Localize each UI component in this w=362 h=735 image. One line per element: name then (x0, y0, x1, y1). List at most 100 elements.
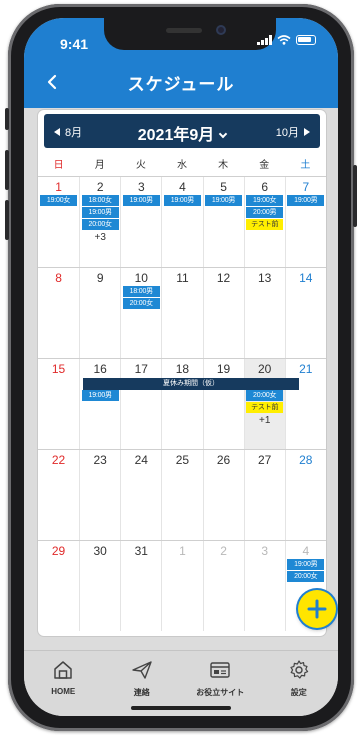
calendar-day[interactable]: 27 (243, 450, 285, 540)
event-chip[interactable]: 18:00女 (81, 195, 119, 206)
weekday-label: 水 (176, 160, 187, 171)
volume-down-button (5, 200, 9, 240)
camera (216, 25, 226, 35)
more-events-link[interactable]: +3 (80, 232, 120, 243)
event-chip[interactable]: 20:00女 (246, 390, 284, 401)
calendar-day[interactable]: 23 (79, 450, 120, 540)
calendar-day[interactable]: 10 18:00男 20:00女 (120, 268, 161, 358)
calendar-day[interactable]: 2 (202, 541, 244, 631)
id-card-icon (210, 662, 230, 678)
calendar-week: 15 16 19:00男 17 18 19 20 20:00女 テスト前 +1 21 夏休み期間（仮） (38, 358, 326, 449)
volume-up-button (5, 150, 9, 190)
event-chip[interactable]: 20:00女 (287, 571, 325, 582)
calendar-day[interactable]: 21 (284, 359, 326, 449)
speaker (166, 28, 202, 33)
day-number: 9 (96, 271, 104, 285)
event-chip[interactable]: 19:00女 (246, 195, 284, 206)
event-chip[interactable]: テスト前 (246, 402, 284, 413)
calendar-day[interactable]: 17 (120, 359, 161, 449)
calendar-day[interactable]: 3 (243, 541, 285, 631)
tab-label: 連絡 (133, 688, 150, 697)
day-number: 2 (96, 180, 104, 194)
status-icons (257, 35, 316, 45)
event-chip[interactable]: 19:00男 (81, 390, 119, 401)
event-chip[interactable]: 19:00男 (287, 195, 325, 206)
calendar-day[interactable]: 15 (38, 359, 79, 449)
calendar-day[interactable]: 1 (161, 541, 202, 631)
weekday-label: 月 (94, 160, 105, 171)
calendar-day[interactable]: 26 (202, 450, 244, 540)
calendar-day[interactable]: 24 (120, 450, 161, 540)
tab-home[interactable]: HOME (24, 651, 103, 716)
day-number: 11 (176, 271, 189, 285)
event-chip[interactable]: 19:00男 (81, 207, 119, 218)
day-number: 15 (51, 362, 66, 376)
day-number: 27 (258, 453, 272, 467)
calendar-day[interactable]: 12 (202, 268, 244, 358)
calendar-day[interactable]: 9 (79, 268, 120, 358)
weekday-label: 木 (218, 160, 229, 171)
calendar-day[interactable]: 18 (161, 359, 202, 449)
calendar-day[interactable]: 11 (161, 268, 202, 358)
weekday-label: 土 (300, 160, 311, 171)
add-event-button[interactable] (298, 590, 336, 628)
event-chip[interactable]: 19:00男 (287, 559, 325, 570)
day-number: 6 (261, 180, 269, 194)
event-chip[interactable]: 19:00女 (40, 195, 78, 206)
calendar-day[interactable]: 1 19:00女 (38, 177, 79, 267)
power-button (353, 165, 357, 227)
calendar-day[interactable]: 22 (38, 450, 79, 540)
calendar-day[interactable]: 7 19:00男 (284, 177, 326, 267)
tab-label: 設定 (290, 688, 307, 697)
calendar-week: 22 23 24 25 26 27 28 (38, 449, 326, 540)
event-chip[interactable]: 20:00女 (122, 298, 160, 309)
calendar-day[interactable]: 6 19:00女 20:00男 テスト前 (243, 177, 285, 267)
mute-switch (5, 108, 9, 130)
multi-day-event[interactable]: 夏休み期間（仮） (83, 378, 299, 390)
tab-settings[interactable]: 設定 (260, 651, 339, 716)
calendar-day[interactable]: 4 19:00男 (161, 177, 202, 267)
app-screen: 9:41 スケジュール 8月 2021年9月 10月 日 月 火 水 木 金 土… (24, 18, 338, 716)
gear-icon (290, 660, 308, 679)
tab-label: HOME (51, 687, 76, 696)
signal-icon (257, 35, 272, 45)
notch (104, 18, 276, 50)
calendar-day[interactable]: 28 (284, 450, 326, 540)
calendar-day[interactable]: 30 (79, 541, 120, 631)
calendar-day[interactable]: 25 (161, 450, 202, 540)
calendar-day-today[interactable]: 20 20:00女 テスト前 +1 (243, 359, 285, 449)
calendar-day[interactable]: 19 (202, 359, 244, 449)
event-chip[interactable]: 19:00男 (122, 195, 160, 206)
month-title: 2021年9月 (137, 127, 215, 144)
day-number: 16 (93, 362, 107, 376)
event-chip[interactable]: 19:00男 (163, 195, 201, 206)
day-number: 30 (93, 544, 107, 558)
calendar-day[interactable]: 29 (38, 541, 79, 631)
calendar-day[interactable]: 2 18:00女 19:00男 20:00女 +3 (79, 177, 120, 267)
day-number: 25 (175, 453, 190, 467)
calendar-day[interactable]: 13 (243, 268, 285, 358)
calendar-day[interactable]: 16 19:00男 (79, 359, 120, 449)
calendar-day[interactable]: 3 19:00男 (120, 177, 161, 267)
calendar-day[interactable]: 14 (284, 268, 326, 358)
day-number: 5 (220, 180, 227, 194)
event-chip[interactable]: 20:00女 (81, 219, 119, 230)
calendar-day[interactable]: 5 19:00男 (202, 177, 244, 267)
event-chip[interactable]: テスト前 (246, 219, 284, 230)
weekday-label: 火 (135, 160, 146, 171)
chevron-down-icon (219, 129, 228, 139)
event-chip[interactable]: 19:00男 (205, 195, 243, 206)
calendar-day[interactable]: 31 (120, 541, 161, 631)
more-events-link[interactable]: +1 (245, 415, 285, 426)
calendar-day[interactable]: 8 (38, 268, 79, 358)
day-number: 18 (175, 362, 190, 376)
day-number: 12 (216, 271, 231, 285)
day-number: 3 (137, 180, 145, 194)
day-number: 21 (299, 362, 313, 376)
event-chip[interactable]: 18:00男 (122, 286, 160, 297)
day-number: 14 (299, 271, 313, 285)
home-icon (54, 661, 72, 679)
next-month-button[interactable]: 10月 (276, 124, 310, 140)
event-chip[interactable]: 20:00男 (246, 207, 284, 218)
day-number: 24 (134, 453, 148, 467)
